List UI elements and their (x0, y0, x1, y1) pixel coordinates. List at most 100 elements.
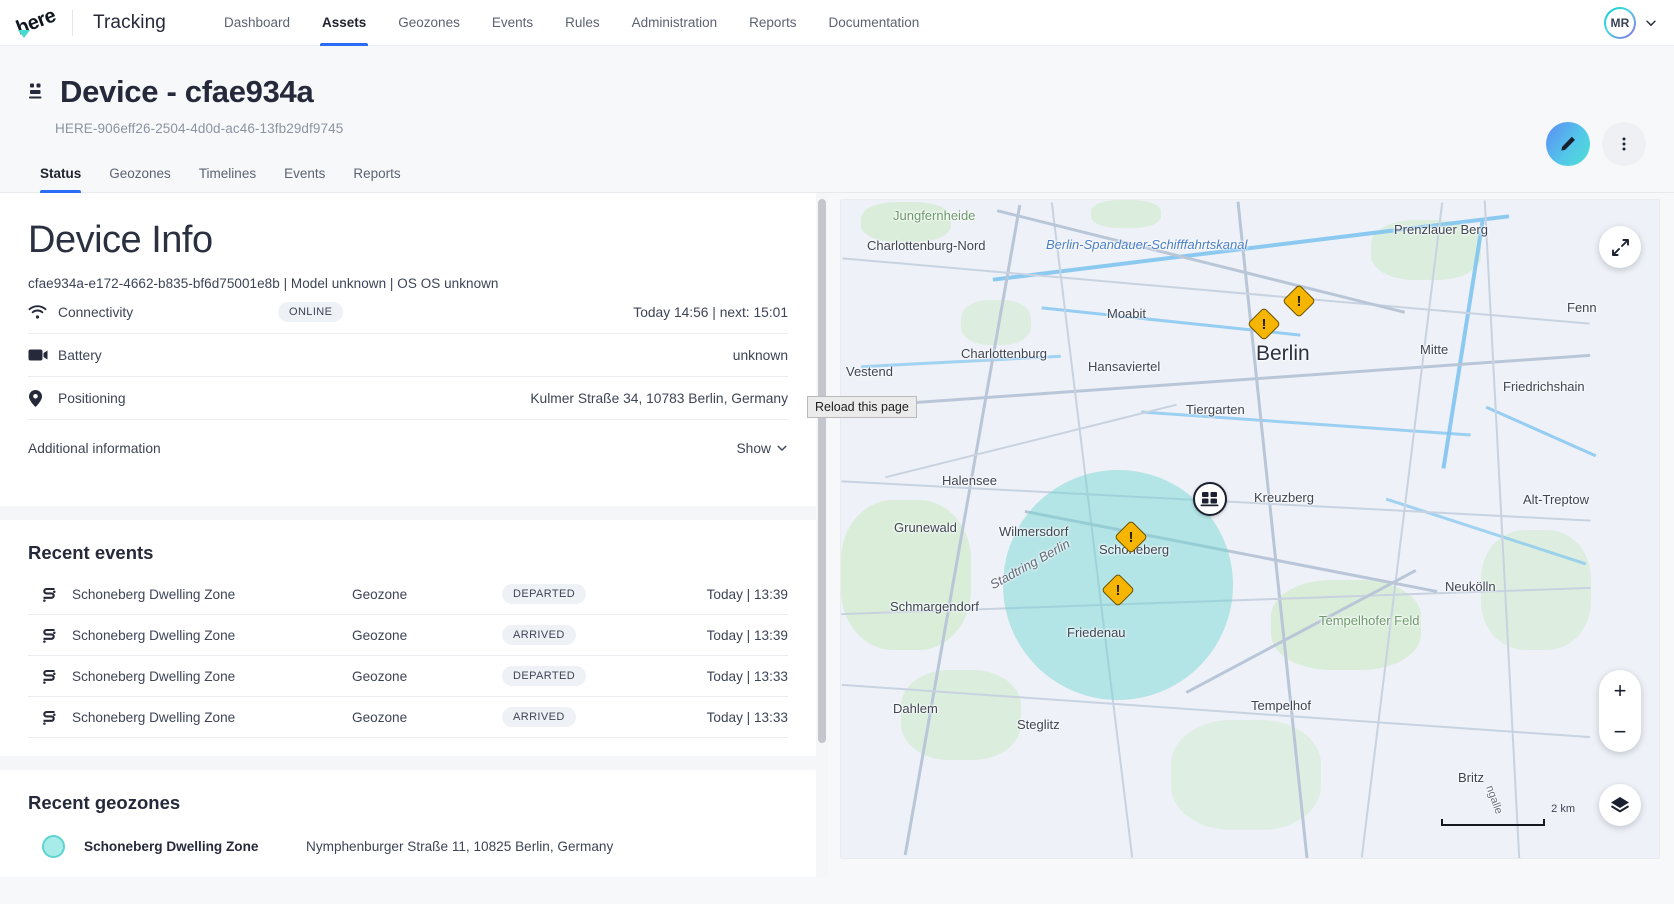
table-row[interactable]: Schoneberg Dwelling Zone Geozone ARRIVED… (28, 615, 788, 656)
map-label: Grunewald (894, 520, 957, 535)
event-name: Schoneberg Dwelling Zone (72, 627, 236, 643)
tab-geozones[interactable]: Geozones (95, 166, 185, 192)
map-label: Tiergarten (1186, 402, 1245, 417)
geozone-address: Nymphenburger Straße 11, 10825 Berlin, G… (306, 838, 614, 854)
event-name: Schoneberg Dwelling Zone (72, 586, 236, 602)
left-detail-pane: Device Info cfae934a-e172-4662-b835-bf6d… (0, 193, 828, 877)
app-brand-title: Tracking (93, 11, 166, 33)
device-marker-icon (1200, 491, 1219, 506)
nav-item-documentation[interactable]: Documentation (812, 0, 935, 46)
event-type: Geozone (352, 709, 408, 725)
additional-information-toggle-label: Show (736, 440, 771, 456)
map-canvas[interactable]: Jungfernheide Charlottenburg-Nord Berlin-S… (840, 199, 1660, 859)
event-time: Today | 13:33 (706, 668, 788, 684)
browser-tooltip: Reload this page (807, 396, 917, 418)
info-row-connectivity: Connectivity ONLINE Today 14:56 | next: … (28, 291, 788, 334)
table-row[interactable]: Schoneberg Dwelling Zone Geozone ARRIVED… (28, 697, 788, 738)
geozone-name: Schoneberg Dwelling Zone (84, 838, 259, 854)
event-time: Today | 13:39 (706, 586, 788, 602)
event-type: Geozone (352, 668, 408, 684)
map-label: Mitte (1420, 342, 1449, 357)
tab-events[interactable]: Events (270, 166, 339, 192)
chevron-down-icon[interactable] (1644, 16, 1658, 30)
left-scroll-container: Device Info cfae934a-e172-4662-b835-bf6d… (0, 193, 828, 877)
more-options-button[interactable] (1602, 122, 1646, 166)
info-label-positioning: Positioning (58, 390, 126, 406)
event-status-badge-wrap: ARRIVED (502, 625, 652, 645)
event-type: Geozone (352, 586, 408, 602)
map-label: Tempelhof (1251, 698, 1311, 713)
recent-events-card: Recent events Schoneberg Dwelling Zone G… (0, 520, 816, 756)
status-badge: ARRIVED (502, 707, 576, 727)
map-layers-button[interactable] (1599, 784, 1641, 826)
list-item[interactable]: Schoneberg Dwelling Zone Nymphenburger S… (28, 824, 788, 868)
main-nav-items: Dashboard Assets Geozones Events Rules A… (208, 0, 935, 46)
map-label: Friedrichshain (1503, 379, 1585, 394)
additional-information-toggle[interactable]: Show (736, 441, 788, 456)
scale-bar-label: 2 km (1551, 803, 1575, 815)
recent-geozones-card: Recent geozones Schoneberg Dwelling Zone… (0, 770, 816, 877)
map-zoom-controls: + − (1599, 670, 1641, 752)
event-name: Schoneberg Dwelling Zone (72, 668, 236, 684)
nav-item-assets[interactable]: Assets (306, 0, 382, 46)
layers-icon (1611, 796, 1629, 812)
nav-item-reports[interactable]: Reports (733, 0, 812, 46)
section-gap (0, 506, 816, 520)
map-label: Moabit (1107, 306, 1147, 321)
map-label: Steglitz (1017, 717, 1060, 732)
map-label: Berlin-Spandauer-Schifffahrtskanal (1046, 237, 1248, 252)
table-row[interactable]: Schoneberg Dwelling Zone Geozone DEPARTE… (28, 656, 788, 697)
nav-item-dashboard[interactable]: Dashboard (208, 0, 306, 46)
top-navigation-bar: here Tracking Dashboard Assets Geozones … (0, 0, 1674, 46)
left-pane-scrollbar[interactable] (818, 199, 826, 871)
info-label-connectivity: Connectivity (58, 304, 134, 320)
table-row[interactable]: Schoneberg Dwelling Zone Geozone DEPARTE… (28, 574, 788, 615)
event-time: Today | 13:39 (706, 627, 788, 643)
nav-item-administration[interactable]: Administration (616, 0, 734, 46)
map-label: Wilmersdorf (999, 524, 1069, 539)
warning-exclamation: ! (1296, 292, 1302, 310)
nav-right-cluster: MR (1604, 6, 1674, 39)
map-expand-button[interactable] (1599, 226, 1641, 268)
map-label: Berlin (1256, 342, 1310, 365)
tab-status[interactable]: Status (28, 166, 95, 193)
geozone-color-swatch-wrap (28, 834, 84, 858)
map-label: Charlottenburg (961, 346, 1047, 361)
map-label: Hansaviertel (1088, 359, 1161, 374)
battery-icon (28, 348, 58, 362)
recent-events-title: Recent events (28, 542, 154, 563)
map-scale-bar: 2 km (1441, 803, 1575, 826)
device-location-marker[interactable] (1193, 482, 1227, 516)
tab-timelines[interactable]: Timelines (185, 166, 270, 192)
chevron-down-icon (777, 445, 787, 451)
tab-reports[interactable]: Reports (339, 166, 414, 192)
event-status-badge-wrap: ARRIVED (502, 707, 652, 727)
nav-item-events[interactable]: Events (476, 0, 549, 46)
map-label: Kreuzberg (1254, 490, 1314, 505)
user-avatar[interactable]: MR (1604, 6, 1636, 39)
here-logo[interactable]: here (0, 4, 72, 39)
edit-button[interactable] (1546, 122, 1590, 166)
nav-item-rules[interactable]: Rules (549, 0, 616, 46)
status-badge: DEPARTED (502, 666, 587, 686)
map-zoom-out-button[interactable]: − (1599, 711, 1641, 752)
device-identity-line: cfae934a-e172-4662-b835-bf6d75001e8b | M… (28, 276, 499, 291)
map-label: Britz (1458, 770, 1484, 785)
map-label: Dahlem (893, 701, 938, 716)
map-label: Tempelhofer Feld (1319, 613, 1420, 628)
nav-item-geozones[interactable]: Geozones (382, 0, 476, 46)
info-row-positioning: Positioning Kulmer Straße 34, 10783 Berl… (28, 377, 788, 420)
geozone-icon (28, 627, 72, 644)
map-zoom-in-button[interactable]: + (1599, 670, 1641, 711)
info-value-battery: unknown (732, 347, 788, 363)
scrollbar-thumb[interactable] (818, 199, 826, 743)
map-base-tiles (841, 200, 1659, 858)
warning-exclamation: ! (1128, 528, 1134, 546)
info-value-connectivity: Today 14:56 | next: 15:01 (633, 304, 788, 320)
map-label: Charlottenburg-Nord (867, 238, 986, 253)
map-label: Neukölln (1445, 579, 1496, 594)
status-badge: DEPARTED (502, 584, 587, 604)
info-label-battery: Battery (58, 347, 102, 363)
map-label: Friedenau (1067, 625, 1126, 640)
map-label: Halensee (942, 473, 997, 488)
